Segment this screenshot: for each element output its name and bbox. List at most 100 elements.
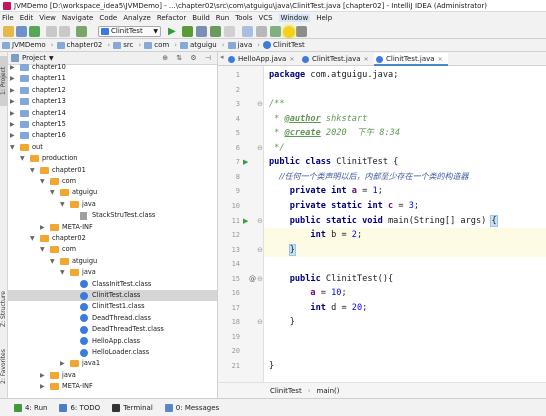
tool-tab-project[interactable]: 1: Project xyxy=(0,56,8,106)
tree-item[interactable]: ▶ chapter10 xyxy=(8,62,217,73)
chevron-down-icon[interactable]: ▼ xyxy=(30,165,36,176)
menu-item-run[interactable]: Run xyxy=(216,14,229,22)
close-icon[interactable]: ✕ xyxy=(289,56,294,63)
code-line[interactable]: package com.atguigu.java; xyxy=(264,68,546,83)
open-folder-icon[interactable] xyxy=(3,26,14,37)
editor-tab[interactable]: ClinitTest.java ✕ xyxy=(374,53,448,66)
code-line[interactable]: */ xyxy=(264,141,546,156)
editor-gutter[interactable]: 1 2 3 4 5 6 7 8 9 10 11 12 13 14 15 16 17 18 19 20 21 ▶ ▶ @ ⊖ ⊖ ⊖ ⊖… xyxy=(218,66,264,382)
tree-item[interactable]: ▶ chapter11 xyxy=(8,73,217,84)
stop-icon[interactable] xyxy=(224,26,235,37)
fold-icon[interactable]: ⊖ xyxy=(257,214,263,229)
annotation-gutter-icon[interactable]: @ xyxy=(249,272,256,287)
sync-icon[interactable] xyxy=(29,26,40,37)
editor-tab[interactable]: ClinitTest.java ✕ xyxy=(300,53,370,66)
menu-item-refactor[interactable]: Refactor xyxy=(157,14,186,22)
run-icon[interactable]: ▶ xyxy=(168,26,179,37)
search-everywhere-icon[interactable] xyxy=(296,26,307,37)
save-icon[interactable] xyxy=(16,26,27,37)
menu-item-window[interactable]: Window xyxy=(278,14,311,22)
tree-item[interactable]: ▼ com xyxy=(8,244,217,255)
tab-scroll-left-icon[interactable]: ◂ xyxy=(220,53,224,61)
tree-item[interactable]: ▶ java xyxy=(8,370,217,381)
coverage-icon[interactable] xyxy=(196,26,207,37)
run-gutter-icon[interactable]: ▶ xyxy=(243,214,248,229)
chevron-right-icon[interactable]: ▶ xyxy=(10,85,16,96)
code-breadcrumb-class[interactable]: ClinitTest xyxy=(270,387,302,395)
tree-item[interactable]: ▶ META-INF xyxy=(8,222,217,233)
tree-item[interactable]: ▼ atguigu xyxy=(8,187,217,198)
menu-item-tools[interactable]: Tools xyxy=(235,14,252,22)
tree-item[interactable]: ▼ java xyxy=(8,267,217,278)
chevron-right-icon[interactable]: ▶ xyxy=(10,130,16,141)
code-line[interactable] xyxy=(264,344,546,359)
chevron-down-icon[interactable]: ▼ xyxy=(50,187,56,198)
breadcrumb-item[interactable]: com xyxy=(144,41,169,49)
code-line[interactable]: private static int c = 3; xyxy=(264,199,546,214)
chevron-right-icon[interactable]: ▶ xyxy=(60,358,66,369)
chevron-right-icon[interactable]: ▶ xyxy=(10,119,16,130)
code-line[interactable]: * @author shkstart xyxy=(264,112,546,127)
code-line[interactable] xyxy=(264,257,546,272)
tool-tab-run[interactable]: 4: Run xyxy=(14,403,47,412)
build-icon[interactable] xyxy=(76,26,87,37)
breadcrumb-item[interactable]: ClinitTest xyxy=(263,41,305,49)
chevron-down-icon[interactable]: ▼ xyxy=(30,233,36,244)
tool-tab-messages[interactable]: 0: Messages xyxy=(164,403,219,412)
chevron-down-icon[interactable]: ▼ xyxy=(50,256,56,267)
code-line[interactable]: /** xyxy=(264,97,546,112)
tree-item[interactable]: ▶ chapter15 xyxy=(8,119,217,130)
breadcrumb-item[interactable]: src xyxy=(113,41,133,49)
code-line[interactable]: public ClinitTest(){ xyxy=(264,272,546,287)
panel-tools-icons[interactable]: ⊕ ⇅ ⚙ ⊣ xyxy=(162,54,214,62)
menu-item-vcs[interactable]: VCS xyxy=(258,14,272,22)
menu-item-help[interactable]: Help xyxy=(316,14,332,22)
code-line[interactable] xyxy=(264,330,546,345)
tree-item[interactable]: ▶ chapter12 xyxy=(8,85,217,96)
menu-item-view[interactable]: View xyxy=(39,14,56,22)
tree-item[interactable]: ▼ atguigu xyxy=(8,256,217,267)
code-line[interactable]: } xyxy=(264,242,546,258)
run-gutter-icon[interactable]: ▶ xyxy=(243,155,248,170)
code-line[interactable]: //任何一个类声明以后，内部至少存在一个类的构造器 xyxy=(264,170,546,185)
breadcrumb-item[interactable]: JVMDemo xyxy=(2,41,46,49)
code-line[interactable]: } xyxy=(264,315,546,330)
chevron-down-icon[interactable]: ▼ xyxy=(40,244,46,255)
menu-item-edit[interactable]: Edit xyxy=(20,14,34,22)
undo-icon[interactable] xyxy=(46,26,57,37)
redo-icon[interactable] xyxy=(59,26,70,37)
tool-tab-structure[interactable]: Z: Structure xyxy=(0,284,8,334)
tree-item[interactable]: DeadThread.class xyxy=(8,313,217,324)
code-line[interactable]: public static void main(String[] args) { xyxy=(264,214,546,229)
fold-icon[interactable]: ⊖ xyxy=(257,272,263,287)
tree-item[interactable]: ▼ chapter02 xyxy=(8,233,217,244)
tree-item[interactable]: HelloApp.class xyxy=(8,336,217,347)
run-configuration-select[interactable]: ClinitTest ▼ xyxy=(98,26,161,37)
tree-item[interactable]: ▶ java1 xyxy=(8,358,217,369)
tree-item[interactable]: ▼ com xyxy=(8,176,217,187)
tree-item[interactable]: StackStruTest.class xyxy=(8,210,217,221)
chevron-right-icon[interactable]: ▶ xyxy=(10,62,16,73)
tree-item[interactable]: ▶ chapter16 xyxy=(8,130,217,141)
close-icon[interactable]: ✕ xyxy=(364,56,369,63)
breadcrumb-item[interactable]: atguigu xyxy=(180,41,217,49)
code-line[interactable]: * @create 2020 下午 8:34 xyxy=(264,126,546,141)
chevron-down-icon[interactable]: ▼ xyxy=(10,142,16,153)
sdk-icon[interactable] xyxy=(242,26,253,37)
menu-item-build[interactable]: Build xyxy=(192,14,210,22)
chevron-down-icon[interactable]: ▼ xyxy=(20,153,26,164)
debug-icon[interactable] xyxy=(182,26,193,37)
code-line[interactable]: private int a = 1; xyxy=(264,184,546,199)
structure-icon[interactable] xyxy=(270,26,281,37)
tree-item[interactable]: ClassInitTest.class xyxy=(8,279,217,290)
chevron-right-icon[interactable]: ▶ xyxy=(40,381,46,392)
code-line[interactable]: int d = 20; xyxy=(264,301,546,316)
code-line[interactable]: a = 10; xyxy=(264,286,546,301)
tool-tab-favorites[interactable]: 2: Favorites xyxy=(0,342,8,392)
chevron-right-icon[interactable]: ▶ xyxy=(10,73,16,84)
chevron-down-icon[interactable]: ▼ xyxy=(60,199,66,210)
fold-icon[interactable]: ⊖ xyxy=(257,243,263,258)
tree-item[interactable]: ClinitTest.class xyxy=(8,290,217,302)
profile-icon[interactable] xyxy=(210,26,221,37)
tree-item[interactable]: ClinitTest1.class xyxy=(8,301,217,312)
